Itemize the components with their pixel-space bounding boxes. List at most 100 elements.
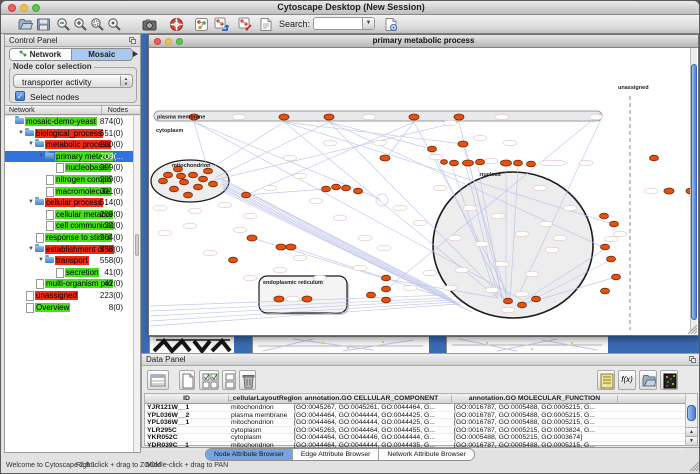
background-window-sliver[interactable] xyxy=(252,336,429,353)
table-row[interactable]: YPL036W__2plasma membrane[GO:0044464, GO… xyxy=(145,412,685,420)
column-region[interactable]: _cellularLayoutRegion xyxy=(229,395,292,404)
search-input[interactable]: ▼ xyxy=(313,17,375,30)
tree-row[interactable]: unassigned223(0) xyxy=(5,290,133,302)
scroll-down-arrow[interactable]: ▼ xyxy=(686,436,697,445)
tab-mosaic[interactable]: Mosaic xyxy=(71,49,133,60)
file-icon xyxy=(45,175,55,183)
scrollbar-thumb[interactable] xyxy=(691,64,697,320)
save-icon[interactable] xyxy=(36,17,51,32)
canvas-vertical-scrollbar[interactable] xyxy=(690,48,697,331)
tree-row[interactable]: response to stimul264(0) xyxy=(5,232,133,244)
tree-row[interactable]: cell communicat22(0) xyxy=(5,220,133,232)
network-tree-header[interactable]: Network Nodes xyxy=(5,105,140,115)
network-canvas[interactable]: plasma membrane cytoplasm mitochondrion … xyxy=(150,48,691,332)
app-titlebar[interactable]: Cytoscape Desktop (New Session) xyxy=(1,1,700,15)
network-tree: mosaic-demo-yeast874(0) biological_proce… xyxy=(5,116,133,452)
table-row[interactable]: YKR052Ccytoplasm[GO:0044464, GO:0044446,… xyxy=(145,434,685,442)
matrix-view-button[interactable] xyxy=(660,370,678,390)
file-icon xyxy=(55,268,65,276)
snapshot-icon[interactable] xyxy=(142,17,157,32)
mdi-desktop: primary metabolic process xyxy=(141,34,699,353)
help-icon[interactable] xyxy=(169,17,184,32)
control-panel-header: Control Panel xyxy=(5,35,140,47)
folder-icon xyxy=(35,198,45,206)
select-attributes-button[interactable] xyxy=(147,370,169,390)
destroy-network-view-icon[interactable] xyxy=(238,17,253,32)
tree-row[interactable]: cellular metabol209(0) xyxy=(5,209,133,221)
create-network-view-icon[interactable] xyxy=(214,17,229,32)
create-new-attribute-button[interactable] xyxy=(179,370,195,390)
attribute-table-header: ID _cellularLayoutRegion annotation.GO C… xyxy=(145,394,685,404)
unselect-all-attributes-button[interactable] xyxy=(222,370,236,390)
window-resize-grip[interactable] xyxy=(686,324,698,335)
tree-row[interactable]: Overview8(0) xyxy=(5,302,133,314)
expand-arrow-icon[interactable] xyxy=(37,255,45,267)
delete-attributes-button[interactable] xyxy=(239,370,256,390)
network-window-titlebar[interactable]: primary metabolic process xyxy=(149,35,698,48)
table-row[interactable]: YJR121W__1mitochondrion[GO:0045267, GO:0… xyxy=(145,404,685,412)
zoom-in-icon[interactable] xyxy=(73,17,88,32)
tree-row[interactable]: secretion41(0) xyxy=(5,267,133,279)
table-row[interactable]: YLR295Ccytoplasm[GO:0045263, GO:0044464,… xyxy=(145,427,685,435)
network-window-title: primary metabolic process xyxy=(149,36,698,45)
zoom-fit-icon[interactable] xyxy=(107,17,122,32)
tab-overflow-arrow[interactable] xyxy=(133,51,138,57)
configure-search-icon[interactable] xyxy=(384,17,399,32)
table-scrollbar[interactable]: ▲ ▼ xyxy=(685,394,697,445)
column-molecular-function[interactable]: annotation.GO MOLECULAR_FUNCTION xyxy=(452,395,618,404)
expand-arrow-icon[interactable] xyxy=(27,244,35,256)
status-pan-hint: Middle-click + drag to PAN xyxy=(146,462,228,469)
network-view-window[interactable]: primary metabolic process xyxy=(148,34,699,336)
expand-arrow-icon[interactable] xyxy=(27,139,35,151)
zoom-selected-region-icon[interactable] xyxy=(90,17,105,32)
select-all-attributes-button[interactable] xyxy=(199,370,219,390)
select-nodes-label: Select nodes xyxy=(30,92,79,102)
scroll-up-arrow[interactable]: ▲ xyxy=(686,427,697,436)
column-nodes[interactable]: Nodes xyxy=(108,107,128,114)
background-network-scribble xyxy=(447,337,608,353)
tree-row[interactable]: metabolic process280(0) xyxy=(5,139,133,151)
expand-arrow-icon[interactable] xyxy=(37,151,45,163)
tree-row[interactable]: mosaic-demo-yeast874(0) xyxy=(5,116,133,128)
tree-row[interactable]: establishment of lo558(0) xyxy=(5,244,133,256)
main-toolbar: Search: ▼ xyxy=(1,15,700,34)
tree-row[interactable]: nitrogen compo209(0) xyxy=(5,174,133,186)
tree-row[interactable]: biological_process651(0) xyxy=(5,128,133,140)
import-attributes-button[interactable] xyxy=(639,370,657,390)
annotation-icon[interactable] xyxy=(259,17,274,32)
search-value xyxy=(314,24,317,33)
open-icon[interactable] xyxy=(18,17,33,32)
zoom-out-icon[interactable] xyxy=(56,17,71,32)
tree-row[interactable]: multi-organism pro42(0) xyxy=(5,278,133,290)
tree-scrollbar[interactable] xyxy=(133,116,140,452)
column-id[interactable]: ID xyxy=(145,395,229,404)
attribute-table: ID _cellularLayoutRegion annotation.GO C… xyxy=(144,393,698,446)
search-dropdown-button[interactable]: ▼ xyxy=(362,18,374,29)
vizmapper-icon[interactable] xyxy=(194,17,209,32)
tab-network[interactable]: Network xyxy=(10,49,71,60)
tab-mosaic-label: Mosaic xyxy=(88,50,115,59)
app-resize-grip[interactable] xyxy=(689,461,700,472)
background-window-sliver[interactable] xyxy=(446,336,608,353)
column-network[interactable]: Network xyxy=(9,107,35,114)
scrollbar-thumb[interactable] xyxy=(687,405,696,421)
tree-row[interactable]: macromolecule311(0) xyxy=(5,186,133,198)
float-panel-icon[interactable] xyxy=(689,356,697,364)
file-icon xyxy=(45,210,55,218)
tree-row[interactable]: transport558(0) xyxy=(5,255,133,267)
attribute-editor-button[interactable] xyxy=(597,370,615,390)
expand-arrow-icon[interactable] xyxy=(17,128,25,140)
expand-arrow-icon[interactable] xyxy=(27,197,35,209)
scrollbar-thumb[interactable] xyxy=(135,234,139,256)
function-builder-button[interactable]: f(x) xyxy=(618,370,636,390)
column-cellular-component[interactable]: annotation.GO CELLULAR_COMPONENT xyxy=(292,395,452,404)
data-panel: Data Panel f(x) ID _cellularLayoutRegion… xyxy=(141,353,700,448)
tree-row[interactable]: primary metabo209(... xyxy=(5,151,133,163)
float-panel-icon[interactable] xyxy=(129,37,137,45)
tree-row[interactable]: cellular process614(0) xyxy=(5,197,133,209)
tree-row[interactable]: nucleobase-209(0) xyxy=(5,162,133,174)
table-row[interactable]: YPL036W__1mitochondrion[GO:0044464, GO:0… xyxy=(145,419,685,427)
background-window-sliver[interactable] xyxy=(149,336,234,353)
select-nodes-checkbox[interactable] xyxy=(15,91,25,101)
node-color-dropdown[interactable]: transporter activity ▲▼ xyxy=(13,74,133,88)
